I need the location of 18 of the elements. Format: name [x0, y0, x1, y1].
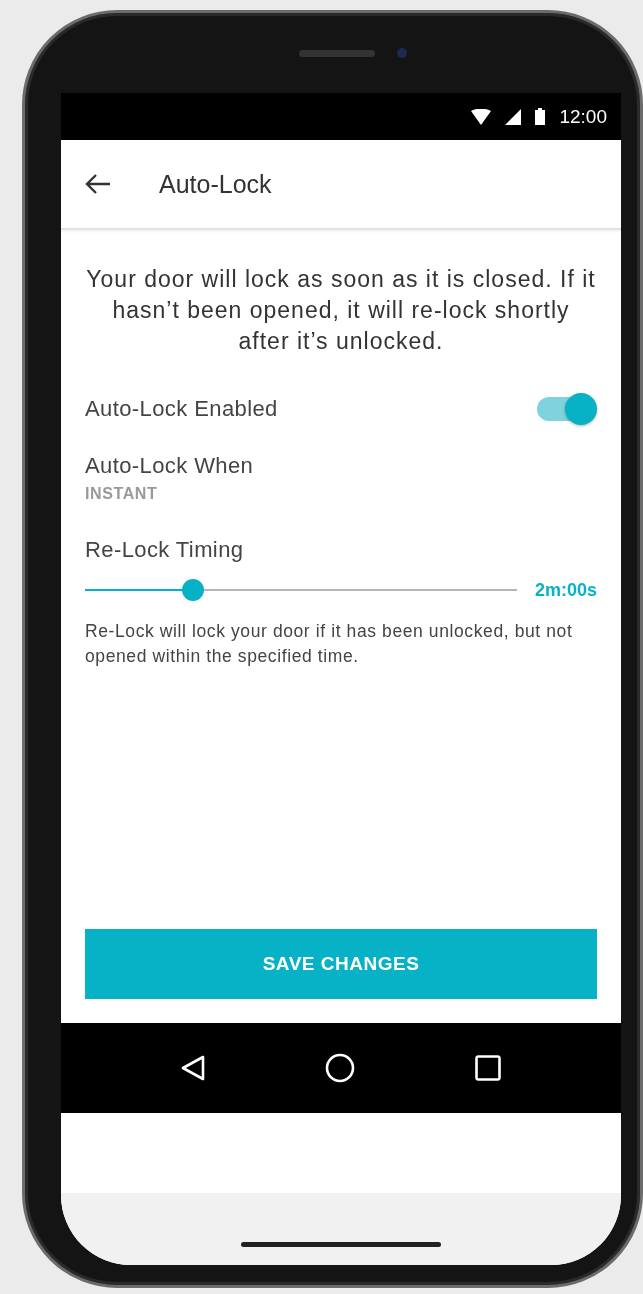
status-time: 12:00: [559, 105, 607, 128]
signal-icon: [505, 108, 522, 125]
wifi-icon: [471, 108, 492, 125]
screen-title: Auto-Lock: [159, 169, 272, 199]
slider-value: 2m:00s: [534, 579, 597, 601]
setting-value: INSTANT: [85, 485, 159, 503]
slider-thumb[interactable]: [182, 579, 204, 601]
description-text: Your door will lock as soon as it is closed. If it hasn’t been opened, it will re-lock shortly after it’s unlocked.: [85, 265, 597, 356]
back-button[interactable]: [85, 174, 111, 194]
home-icon[interactable]: [325, 1053, 355, 1083]
camera-dot: [396, 48, 407, 58]
note-text: Re-Lock will lock your door if it has been unlocked, but not opened within the specified time.: [85, 620, 574, 668]
setting-label: Re-Lock Timing: [85, 537, 244, 562]
setting-label: Auto-Lock Enabled: [85, 396, 278, 422]
setting-label[interactable]: Auto-Lock When: [85, 453, 597, 479]
back-icon[interactable]: [181, 1055, 205, 1081]
battery-icon: [535, 108, 546, 125]
recents-icon[interactable]: [475, 1055, 501, 1081]
